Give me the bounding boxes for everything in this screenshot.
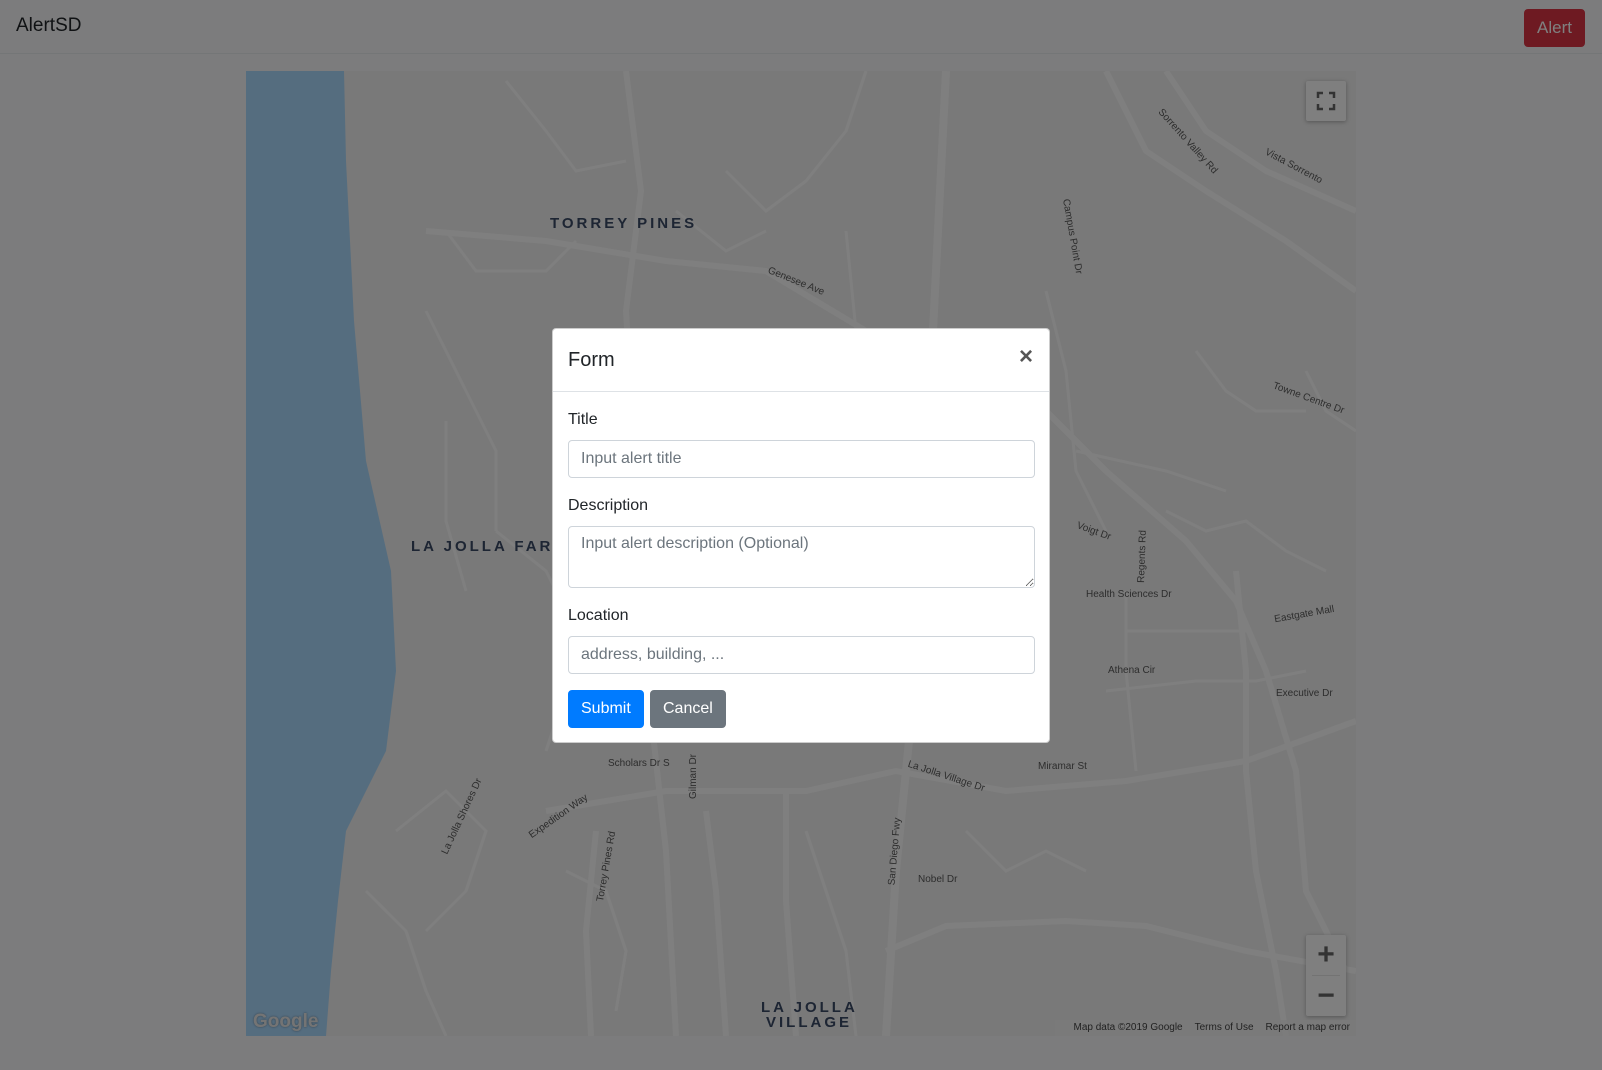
- alert-form-modal: Form × Title Description Location Submit…: [552, 328, 1050, 743]
- description-label: Description: [568, 497, 649, 514]
- modal-title: Form: [568, 349, 615, 371]
- location-label: Location: [568, 607, 629, 624]
- submit-button[interactable]: Submit: [568, 690, 644, 728]
- location-input[interactable]: [568, 636, 1035, 674]
- description-input[interactable]: [568, 526, 1035, 588]
- title-input[interactable]: [568, 440, 1035, 478]
- title-label: Title: [568, 411, 598, 428]
- modal-header: Form ×: [553, 329, 1049, 392]
- close-icon[interactable]: ×: [1019, 345, 1033, 369]
- cancel-button[interactable]: Cancel: [650, 690, 726, 728]
